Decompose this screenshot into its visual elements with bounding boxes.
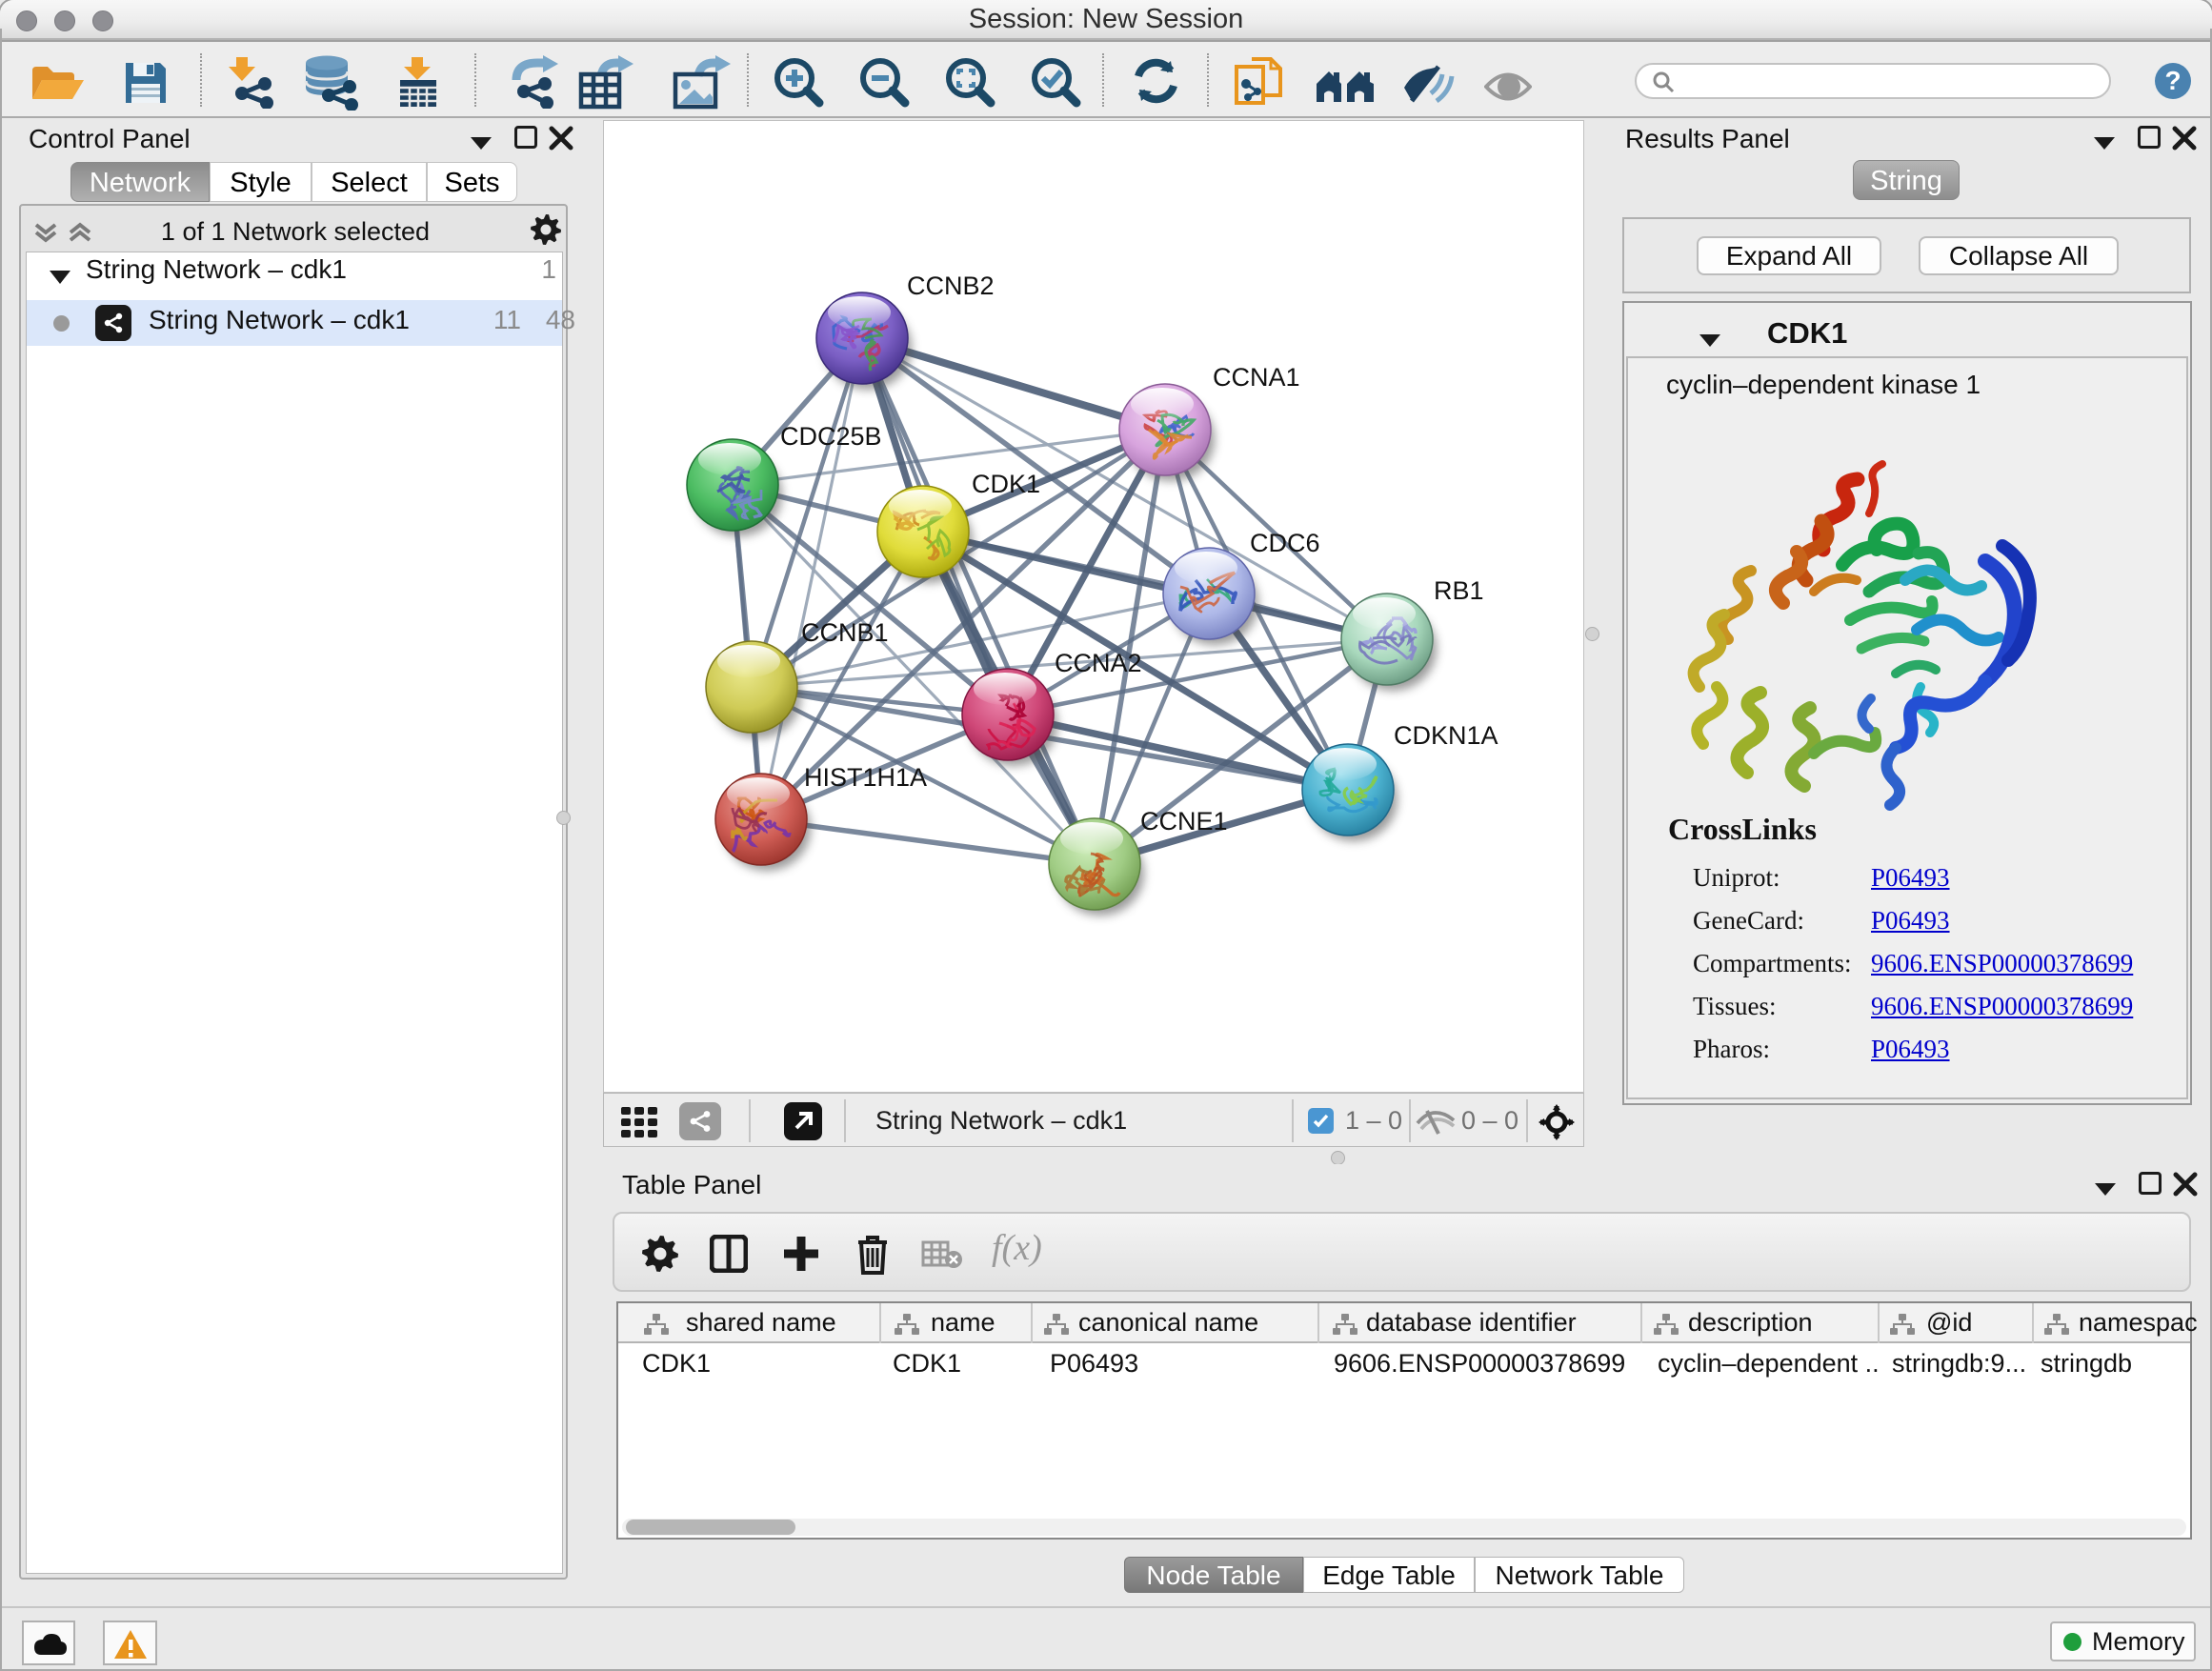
svg-text:CDC25B: CDC25B [780, 422, 882, 451]
svg-text:CCNB1: CCNB1 [801, 618, 889, 647]
svg-text:CCNB2: CCNB2 [907, 272, 995, 300]
svg-text:CCNA2: CCNA2 [1055, 649, 1142, 677]
svg-text:CDK1: CDK1 [972, 470, 1040, 498]
svg-text:RB1: RB1 [1434, 576, 1484, 605]
svg-text:CDKN1A: CDKN1A [1394, 721, 1498, 750]
svg-text:CCNA1: CCNA1 [1213, 363, 1300, 392]
svg-text:CCNE1: CCNE1 [1140, 807, 1228, 836]
svg-text:HIST1H1A: HIST1H1A [804, 763, 927, 792]
svg-text:CDC6: CDC6 [1250, 529, 1320, 557]
